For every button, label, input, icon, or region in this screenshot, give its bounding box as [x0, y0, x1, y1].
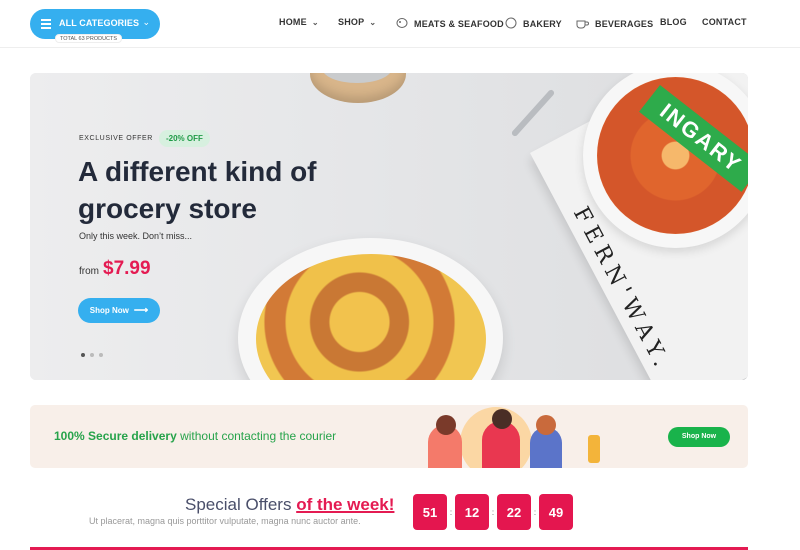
countdown-hours: 12 [455, 494, 489, 530]
delivery-rest: without contacting the courier [176, 429, 337, 443]
countdown-timer: 51 : 12 : 22 : 49 [413, 494, 573, 530]
bakery-icon [505, 17, 517, 31]
delivery-shop-now-button[interactable]: Shop Now [668, 427, 730, 447]
nav-bakery[interactable]: BAKERY [505, 17, 562, 31]
nav-contact[interactable]: CONTACT [702, 17, 747, 27]
countdown-days: 51 [413, 494, 447, 530]
menu-icon [41, 19, 51, 29]
delivery-banner: 100% Secure delivery without contacting … [30, 405, 748, 468]
arrow-right-icon: ⟶ [133, 305, 149, 316]
slider-dot[interactable] [90, 353, 94, 357]
nav-meats-label: MEATS & SEAFOOD [414, 19, 504, 29]
shop-now-label: Shop Now [89, 306, 129, 315]
price-value: $7.99 [103, 258, 151, 279]
total-products-badge: TOTAL 63 PRODUCTS [55, 34, 123, 43]
delivery-text: 100% Secure delivery without contacting … [54, 429, 336, 443]
countdown-separator: : [449, 507, 453, 517]
exclusive-offer-label: EXCLUSIVE OFFER [79, 135, 153, 142]
hero-banner: INGARY FERN'WAY. EXCLUSIVE OFFER -20% OF… [30, 73, 748, 380]
nav-contact-label: CONTACT [702, 17, 747, 27]
nav-beverages-label: BEVERAGES [595, 19, 654, 29]
price-row: from $7.99 [79, 258, 151, 280]
nav-bakery-label: BAKERY [523, 19, 562, 29]
nav-blog-label: BLOG [660, 17, 687, 27]
hero-subtitle: Only this week. Don’t miss... [79, 231, 193, 241]
discount-badge: -20% OFF [158, 130, 210, 147]
chevron-down-icon: ⌄ [369, 17, 377, 27]
nav-beverages[interactable]: BEVERAGES [576, 17, 653, 31]
countdown-minutes: 22 [497, 494, 531, 530]
countdown-separator: : [491, 507, 495, 517]
chevron-down-icon: ⌄ [311, 17, 319, 27]
nav-shop-label: SHOP [338, 17, 365, 27]
special-offers-title-b: of the week! [296, 495, 395, 514]
countdown-seconds: 49 [539, 494, 573, 530]
nav-home-label: HOME [279, 17, 307, 27]
offer-row: EXCLUSIVE OFFER -20% OFF [79, 130, 210, 147]
cup-icon [576, 17, 589, 31]
delivery-strong: 100% Secure delivery [54, 429, 177, 443]
chevron-down-icon: ⌄ [142, 17, 150, 27]
nav-blog[interactable]: BLOG [660, 17, 687, 27]
countdown-separator: : [533, 507, 537, 517]
slider-dots [81, 353, 108, 357]
nav-meats-seafood[interactable]: MEATS & SEAFOOD [396, 17, 504, 31]
all-categories-label: ALL CATEGORIES [59, 18, 140, 28]
nav-shop[interactable]: SHOP ⌄ [338, 17, 376, 27]
slider-dot[interactable] [81, 353, 85, 357]
special-offers-title: Special Offers of the week! [185, 495, 394, 515]
special-offers-subtitle: Ut placerat, magna quis porttitor vulput… [89, 516, 361, 526]
hero-title: A different kind of grocery store [78, 156, 317, 224]
special-offers-title-a: Special Offers [185, 495, 297, 514]
hero-shop-now-button[interactable]: Shop Now ⟶ [78, 298, 160, 323]
price-from-label: from [79, 266, 99, 277]
meat-icon [396, 17, 408, 31]
slider-dot[interactable] [99, 353, 103, 357]
nav-home[interactable]: HOME ⌄ [279, 17, 319, 27]
header: ALL CATEGORIES ⌄ TOTAL 63 PRODUCTS HOME … [0, 0, 800, 48]
delivery-illustration [400, 405, 620, 468]
